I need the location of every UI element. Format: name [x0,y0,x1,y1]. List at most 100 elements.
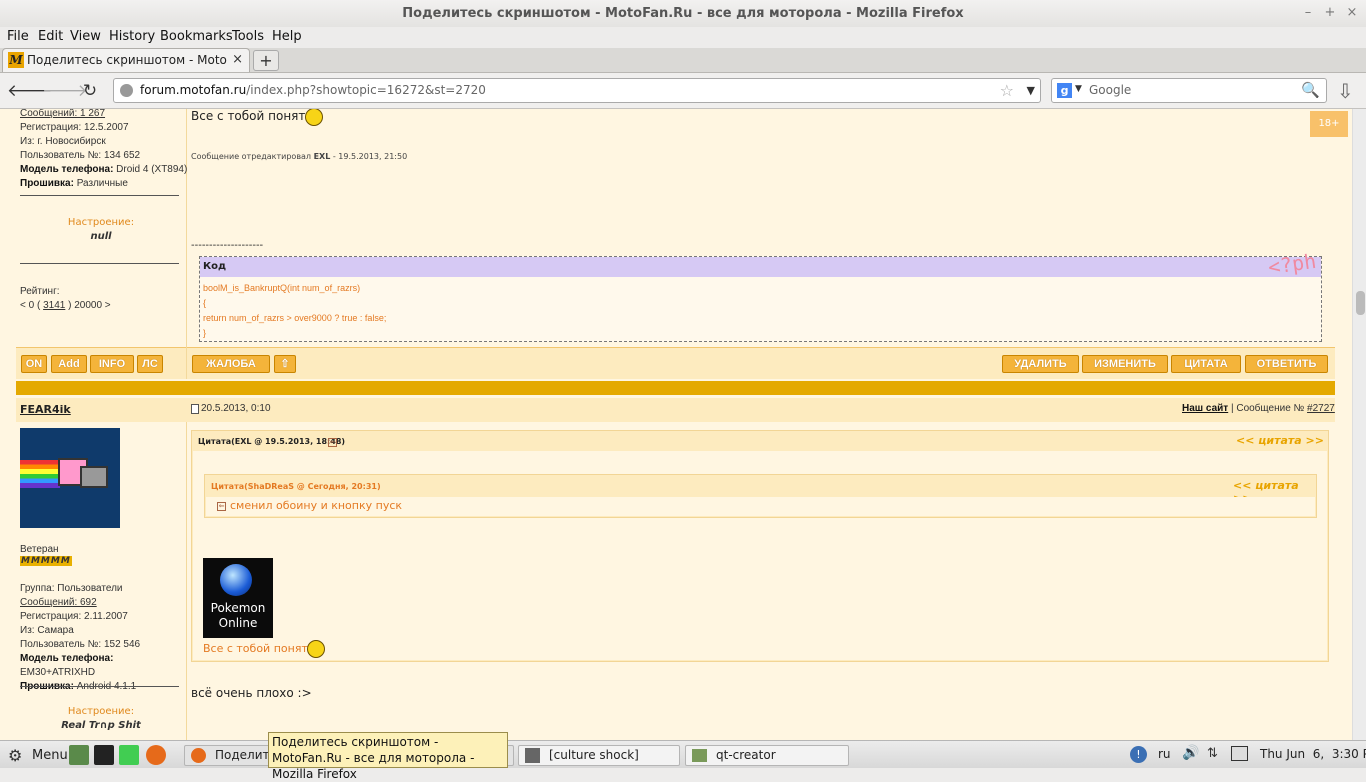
back-button[interactable]: 🡐 [7,80,53,102]
post2-links: Наш сайт | Сообщение № #2727 [1182,403,1335,414]
page-content: Сообщений: 1 267 Регистрация: 12.5.2007 … [0,109,1352,740]
code-block-title: Код [200,257,1321,277]
post1-rating: < 0 ( 3141 ) 20000 > [20,300,111,311]
forward-button[interactable]: 🡒 [42,80,88,102]
url-dropdown-icon[interactable]: ▼ [1027,84,1035,97]
quote-link[interactable]: << цитата >> [1236,434,1324,447]
reply-button[interactable]: ОТВЕТИТЬ [1245,355,1328,373]
add-contact-button[interactable]: Add [51,355,87,373]
menu-tools[interactable]: Tools [232,28,264,46]
tabbar: M Поделитесь скриншотом - MotoFan.Ru ...… [0,48,1366,73]
google-icon[interactable]: g [1057,83,1072,98]
desktop-icon-label: Pokemon Online [210,601,266,630]
file-manager-icon[interactable] [69,745,89,765]
new-tab-button[interactable]: + [253,50,279,71]
search-bar[interactable]: g ▼ Google 🔍 [1051,78,1327,103]
quote-body: Цитата(ShaDReaS @ Сегодня, 20:31) << цит… [193,451,1327,660]
menu-file[interactable]: File [7,28,29,46]
qt-icon[interactable] [119,745,139,765]
search-input[interactable]: Google [1089,83,1131,97]
code-line: return num_of_razrs > over9000 ? true : … [203,313,387,323]
inner-quote-body: ⇐ сменил обоину и кнопку пуск [206,497,1315,516]
vertical-scrollbar[interactable] [1352,109,1366,740]
post2-reg-date: Регистрация: 2.11.2007 [20,611,128,622]
post-icon [191,404,199,414]
taskbar-task-video[interactable]: [culture shock] [518,745,680,766]
signature-separator: -------------------- [191,240,264,251]
private-message-button[interactable]: ЛС [137,355,163,373]
post2-user-number: Пользователь №: 152 546 [20,639,141,650]
code-line: { [203,298,207,308]
post2-text: всё очень плохо :> [191,686,312,700]
search-icon[interactable]: 🔍 [1301,81,1320,99]
start-menu-button[interactable]: Menu [32,748,68,763]
close-window-button[interactable]: × [1343,4,1361,22]
post2-author[interactable]: FEAR4ik [20,403,71,416]
navigation-toolbar: 🡐 🡒 ↻ forum.motofan.ru/index.php?showtop… [0,73,1366,109]
taskbar-task-folder[interactable]: qt-creator [685,745,849,766]
age-rating-badge: 18+ [1310,111,1348,137]
post2-phone: Модель телефона: EM30+ATRIXHD [20,653,114,678]
volume-icon[interactable]: 🔊 [1182,745,1199,761]
menu-bookmarks[interactable]: Bookmarks [160,28,233,46]
post2-posts-count[interactable]: Сообщений: 692 [20,596,190,610]
scroll-top-button[interactable]: ⇧ [274,355,296,373]
update-shield-icon[interactable]: ! [1130,746,1147,763]
tab-title: Поделитесь скриншотом - MotoFan.Ru ... [27,53,227,67]
code-block: Код boolM_is_BankruptQ(int num_of_razrs)… [199,256,1322,342]
task-label: qt-creator [716,748,776,762]
user-info-button[interactable]: INFO [90,355,134,373]
scrollbar-thumb[interactable] [1356,291,1365,315]
post1-posts-count[interactable]: Сообщений: 1 267 [20,109,190,121]
menu-view[interactable]: View [70,28,101,46]
menu-edit[interactable]: Edit [38,28,63,46]
post1-reg-date: Регистрация: 12.5.2007 [20,122,129,133]
column-divider [186,347,187,379]
bookmark-star-icon[interactable]: ☆ [1000,81,1014,100]
firefox-icon[interactable] [146,745,166,765]
message-number-link[interactable]: #2727 [1307,403,1335,414]
tab-active[interactable]: M Поделитесь скриншотом - MotoFan.Ru ...… [2,48,250,72]
divider [20,195,179,196]
search-engine-dropdown-icon[interactable]: ▼ [1075,84,1082,94]
network-icon[interactable]: ⇅ [1207,746,1218,761]
url-text[interactable]: forum.motofan.ru/index.php?showtopic=162… [140,83,486,97]
rainbow-trail [20,460,60,488]
terminal-icon[interactable] [94,745,114,765]
reload-button[interactable]: ↻ [79,80,101,102]
rating-value-link[interactable]: 3141 [43,300,65,311]
quote-button[interactable]: ЦИТАТА [1171,355,1241,373]
url-bar[interactable]: forum.motofan.ru/index.php?showtopic=162… [113,78,1041,103]
post2-group: Группа: Пользователи [20,583,123,594]
delete-button[interactable]: УДАЛИТЬ [1002,355,1079,373]
menu-gear-icon[interactable]: ⚙ [8,746,22,765]
post1-author-stats: Сообщений: 1 267 Регистрация: 12.5.2007 … [20,109,190,191]
battery-icon[interactable] [1231,746,1248,761]
video-player-icon [525,748,540,763]
divider [20,263,179,264]
keyboard-layout[interactable]: ru [1158,747,1171,761]
post1-edited-note: Сообщение отредактировал EXL - 19.5.2013… [191,152,408,161]
clock[interactable]: Thu Jun 6, 3:30 PM [1260,747,1366,761]
tab-close-icon[interactable]: × [232,52,243,67]
report-button[interactable]: ЖАЛОБА [192,355,270,373]
our-site-link[interactable]: Наш сайт [1182,403,1228,414]
taskbar: ⚙ Menu Поделите [culture shock] qt-creat… [0,740,1366,768]
divider [20,686,179,687]
window-title: Поделитесь скриншотом - MotoFan.Ru - все… [402,6,964,21]
quote-block-outer: Цитата(EXL @ 19.5.2013, 18:48) ⇐ << цита… [191,430,1329,662]
taskbar-tooltip: Поделитесь скриншотом - MotoFan.Ru - все… [268,732,508,781]
minimize-button[interactable]: – [1299,4,1317,22]
quote-back-icon[interactable]: ⇐ [328,438,337,447]
maximize-button[interactable]: + [1321,4,1339,22]
online-status-button[interactable]: ON [21,355,47,373]
menu-history[interactable]: History [109,28,155,46]
download-icon[interactable]: ⇩ [1337,79,1354,103]
edit-button[interactable]: ИЗМЕНИТЬ [1082,355,1168,373]
post2-location: Из: Самара [20,625,74,636]
quote-text: Все с тобой понятно [203,642,322,655]
quote-header: Цитата(EXL @ 19.5.2013, 18:48) [198,437,346,446]
menu-help[interactable]: Help [272,28,302,46]
post1-user-number: Пользователь №: 134 652 [20,150,141,161]
quote-back-icon[interactable]: ⇐ [217,502,226,511]
